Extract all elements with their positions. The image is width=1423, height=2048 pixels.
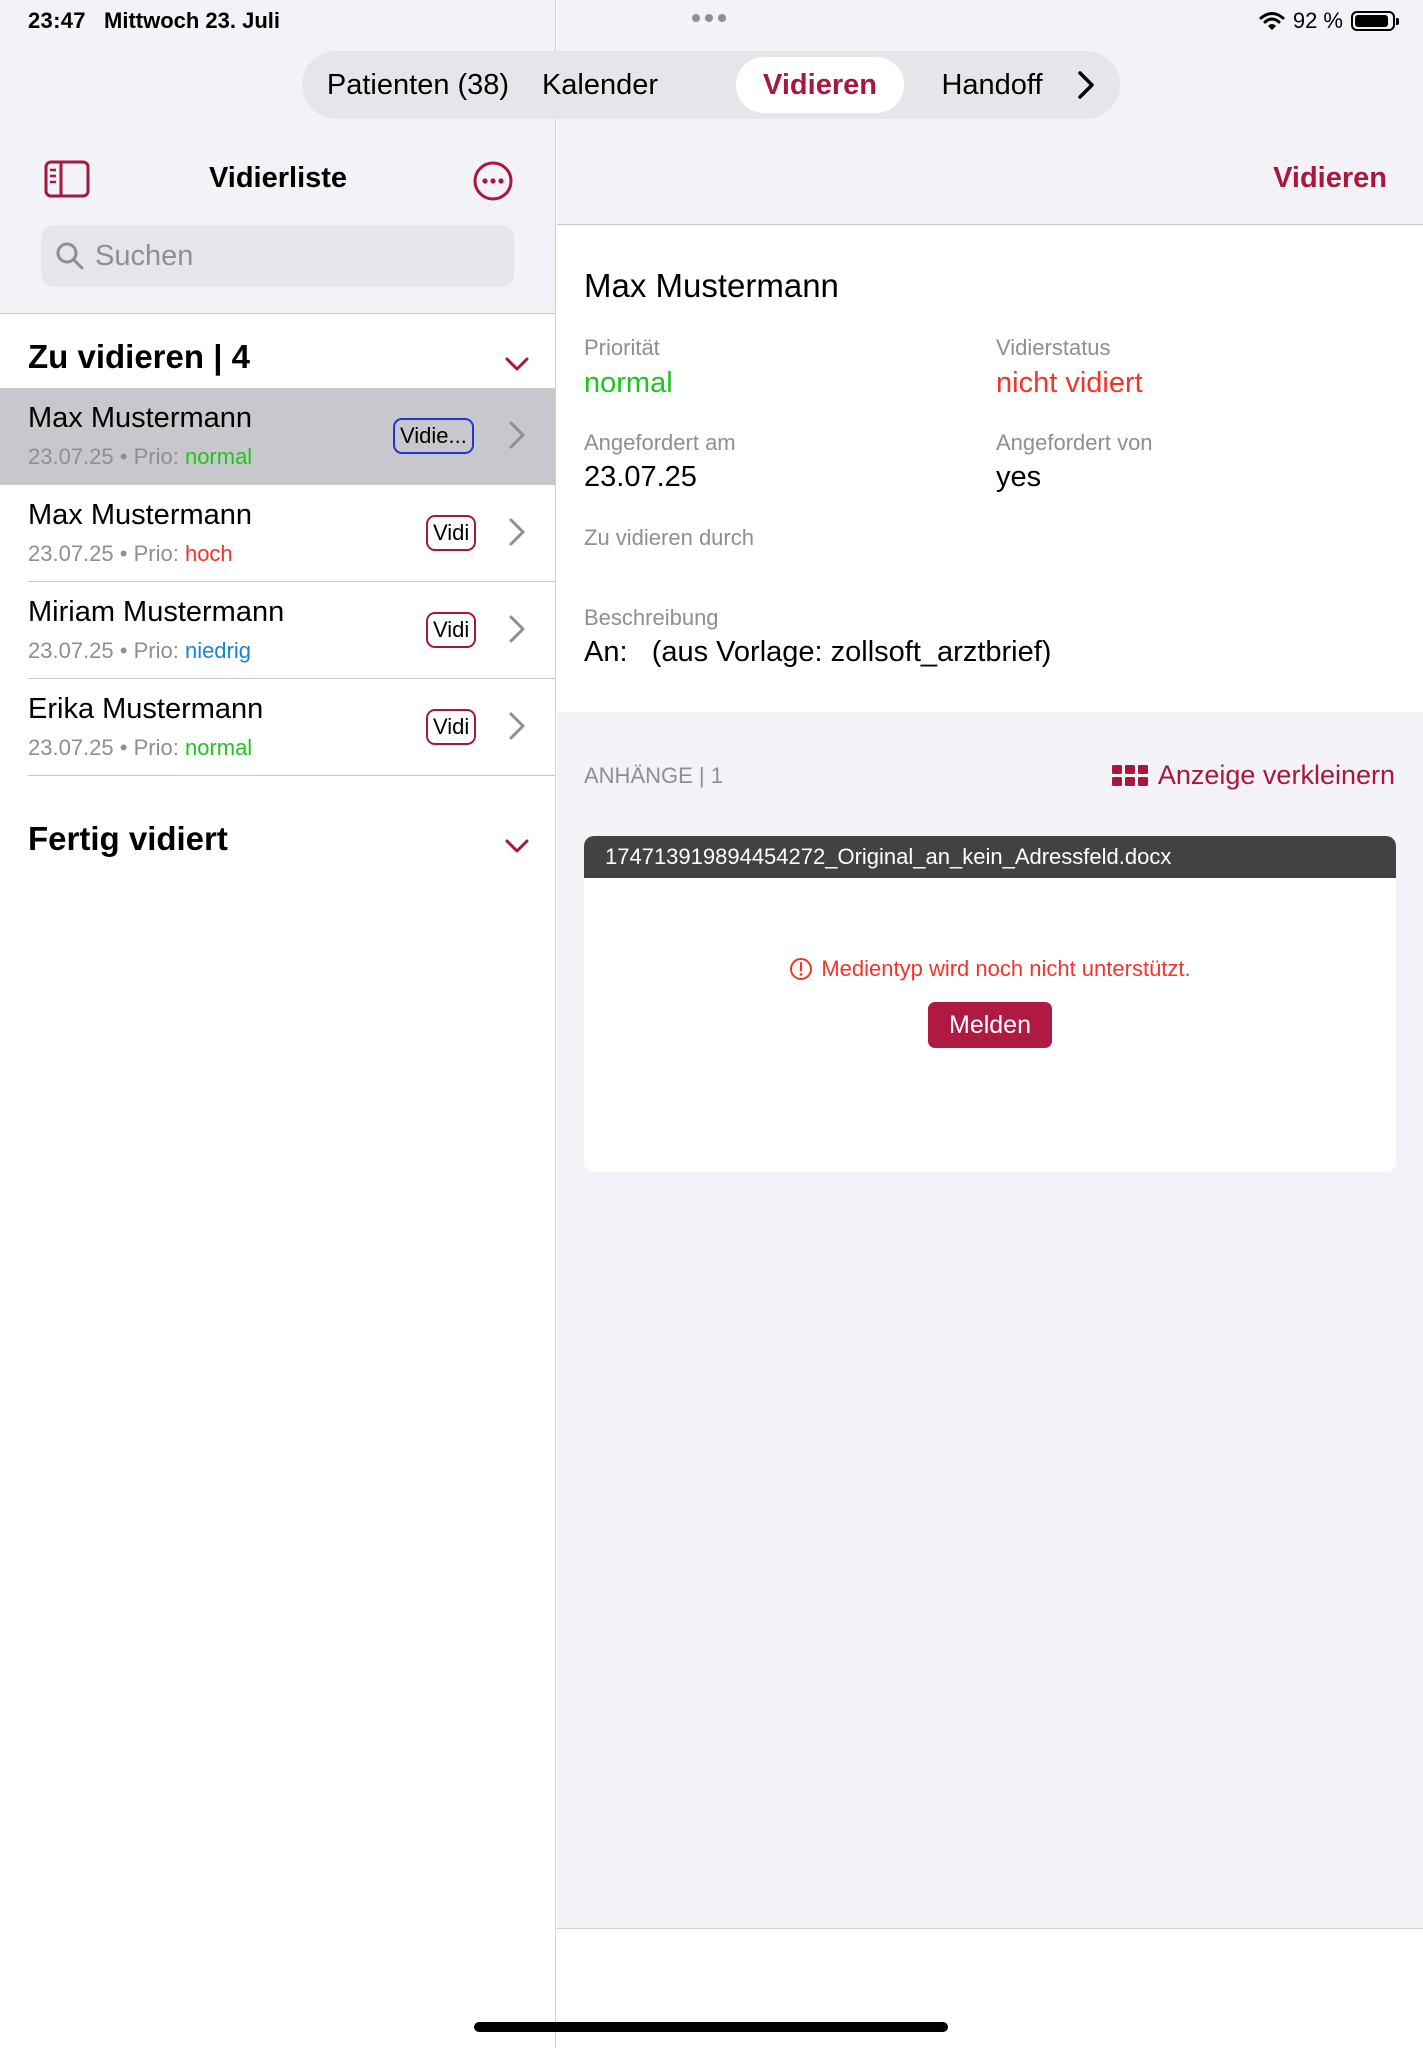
sidebar-list: Zu vidieren | 4 Max Mustermann 23.07.25 … [0, 314, 555, 2048]
status-time: 23:47 [28, 8, 86, 33]
search-icon [56, 242, 84, 270]
item-prio: normal [184, 444, 253, 469]
attachment-card: 174713919894454272_Original_an_kein_Adre… [584, 836, 1396, 1172]
chevron-down-icon[interactable] [505, 356, 529, 372]
item-name: Erika Mustermann [28, 693, 264, 725]
item-name: Max Mustermann [28, 499, 253, 531]
grid-icon [1111, 764, 1148, 786]
chevron-right-icon[interactable] [1076, 69, 1096, 101]
section-header-done[interactable]: Fertig vidiert [28, 820, 228, 858]
requested-by-label: Angefordert von [996, 430, 1153, 455]
item-meta: 23.07.25 • Prio: hoch [28, 541, 233, 566]
verify-by-label: Zu vidieren durch [584, 525, 754, 550]
search-field[interactable] [41, 225, 514, 287]
item-name: Max Mustermann [28, 402, 253, 434]
status-value: nicht vidiert [996, 367, 1143, 399]
status-indicators: 92 % [1259, 8, 1399, 34]
chevron-down-icon[interactable] [505, 838, 529, 854]
list-item[interactable]: Max Mustermann 23.07.25 • Prio: normal V… [0, 388, 555, 485]
detail-card: Max Mustermann Priorität normal Vidierst… [557, 225, 1423, 712]
status-badge: Vidie... [393, 418, 474, 454]
multitasking-icon[interactable] [692, 14, 726, 22]
divider [28, 775, 555, 776]
requested-on-label: Angefordert am [584, 430, 736, 455]
top-tab-bar: Patienten (38) Kalender Vidieren Handoff [302, 51, 1120, 119]
tab-patienten[interactable]: Patienten (38) [324, 51, 512, 119]
report-button[interactable]: Melden [928, 1002, 1052, 1048]
home-indicator[interactable] [474, 2022, 948, 2032]
chevron-right-icon [509, 518, 525, 546]
warning-icon [790, 958, 813, 980]
wifi-icon [1259, 12, 1285, 30]
chevron-right-icon [509, 421, 525, 449]
attachment-filename: 174713919894454272_Original_an_kein_Adre… [584, 836, 1396, 878]
item-meta: 23.07.25 • Prio: niedrig [28, 638, 251, 663]
chevron-right-icon [509, 615, 525, 643]
attachments-label: ANHÄNGE | 1 [584, 763, 723, 788]
description-value: An: (aus Vorlage: zollsoft_arztbrief) [584, 636, 1052, 668]
tab-handoff[interactable]: Handoff [922, 51, 1062, 119]
chevron-right-icon [509, 712, 525, 740]
item-name: Miriam Mustermann [28, 596, 285, 628]
description-label: Beschreibung [584, 605, 719, 630]
tab-kalender[interactable]: Kalender [528, 51, 672, 119]
search-input[interactable] [95, 239, 495, 273]
error-message: Medientyp wird noch nicht unterstützt. [584, 956, 1396, 982]
priority-value: normal [584, 367, 673, 399]
sidebar: Vidierliste Zu vidieren | 4 Max Musterma… [0, 0, 556, 2048]
list-item[interactable]: Erika Mustermann 23.07.25 • Prio: normal… [0, 679, 555, 776]
item-meta: 23.07.25 • Prio: normal [28, 735, 253, 760]
more-options-icon[interactable] [472, 160, 514, 202]
battery-icon [1351, 11, 1399, 31]
patient-name: Max Mustermann [584, 267, 839, 304]
priority-label: Priorität [584, 335, 660, 360]
detail-pane: Vidieren Max Mustermann Priorität normal… [557, 0, 1423, 2048]
status-badge: Vidi [426, 515, 477, 551]
requested-by-value: yes [996, 461, 1042, 493]
requested-on-value: 23.07.25 [584, 461, 697, 493]
collapse-view-button[interactable]: Anzeige verkleinern [1111, 760, 1395, 791]
status-badge: Vidi [426, 709, 477, 745]
status-label: Vidierstatus [996, 335, 1111, 360]
battery-percent: 92 % [1292, 8, 1343, 33]
item-prio: normal [184, 735, 253, 760]
tab-vidieren[interactable]: Vidieren [736, 57, 904, 113]
item-prio: hoch [184, 541, 233, 566]
section-header-open[interactable]: Zu vidieren | 4 [28, 338, 250, 376]
list-item[interactable]: Max Mustermann 23.07.25 • Prio: hoch Vid… [0, 485, 555, 582]
item-prio: niedrig [184, 638, 251, 663]
vidieren-button[interactable]: Vidieren [1273, 162, 1387, 195]
item-meta: 23.07.25 • Prio: normal [28, 444, 253, 469]
collapse-view-label: Anzeige verkleinern [1157, 760, 1395, 790]
status-date: Mittwoch 23. Juli [104, 8, 281, 33]
list-item[interactable]: Miriam Mustermann 23.07.25 • Prio: niedr… [0, 582, 555, 679]
status-badge: Vidi [426, 612, 477, 648]
